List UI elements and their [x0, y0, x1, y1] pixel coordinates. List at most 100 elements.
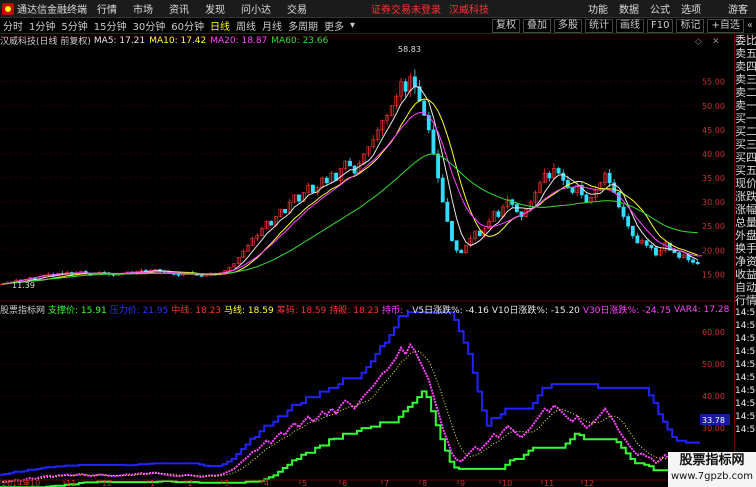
time-tick-label: 2014年 [2, 478, 30, 487]
draw-line-button[interactable]: 画线 [616, 18, 644, 33]
candle-body [412, 76, 417, 87]
period-intraday[interactable]: 分时 [0, 18, 26, 33]
indicator-legend: 股票指标网 支撑价: 15.91 压力价: 21.95 中线: 18.23 马线… [0, 303, 734, 317]
menu-quotes[interactable]: 行情 [97, 1, 117, 16]
menu-market[interactable]: 市场 [133, 1, 153, 16]
trade-login-alert[interactable]: 证券交易未登录 [371, 1, 441, 16]
statistics-button[interactable]: 统计 [585, 18, 613, 33]
multi-stock-button[interactable]: 多股 [554, 18, 582, 33]
support-price-label: 支撑价: 15.91 [48, 306, 107, 316]
indicator-name[interactable]: 股票指标网 [0, 303, 45, 316]
ma5-label: MA5: 17.21 [93, 35, 146, 46]
midline-label: 中线: 18.23 [171, 306, 222, 316]
low-price-label: 11.39 [12, 281, 35, 290]
period-5min[interactable]: 5分钟 [58, 18, 90, 33]
sidebar-item: 14:56 [735, 412, 756, 422]
stock-period-label: 汉威科技(日线 前复权) [0, 37, 91, 47]
price-axis: 15.00 20.00 25.00 30.00 35.00 40.00 45.00 50.00… [702, 78, 725, 280]
sidebar-item: 卖二 [735, 86, 756, 99]
sidebar-item: 换手 [735, 242, 756, 255]
period-more[interactable]: 更多 [321, 18, 347, 33]
overlay-button[interactable]: 叠加 [523, 18, 551, 33]
chevron-down-icon[interactable]: ▾ [347, 20, 358, 31]
sidebar-item: 买一 [735, 112, 756, 125]
time-tick-label: 12 [584, 479, 594, 487]
candle-body [547, 172, 552, 179]
kline-chart[interactable]: 15.00 20.00 25.00 30.00 35.00 40.00 45.00 50.00… [0, 34, 734, 487]
menu-trade[interactable]: 交易 [287, 1, 307, 16]
period-toolbar: 分时 1分钟 5分钟 15分钟 30分钟 60分钟 日线 周线 月线 多周期 更… [0, 18, 756, 34]
sidebar-item: 自动 [735, 281, 756, 294]
menu-ask-xiaoda[interactable]: 问小达 [241, 1, 271, 16]
sidebar-item: 涨幅 [735, 203, 756, 216]
f10-button[interactable]: F10 [647, 18, 674, 33]
var4-label: VAR4: 17.28 [673, 304, 730, 315]
title-bar: 通达信金融终端 行情 市场 资讯 发现 问小达 交易 证券交易未登录 汉威科技 … [0, 0, 756, 18]
time-tick-label: 3 [224, 479, 229, 487]
candle-body [431, 129, 436, 155]
candle-body [496, 211, 501, 217]
candle-body [635, 235, 640, 244]
candle-body [445, 201, 450, 222]
app-logo-icon [2, 2, 14, 15]
period-monthly[interactable]: 月线 [259, 18, 285, 33]
sidebar-item: 收益 [735, 268, 756, 281]
candle-body [459, 249, 464, 253]
menu-function[interactable]: 功能 [588, 1, 608, 16]
mark-button[interactable]: 标记 [676, 18, 705, 33]
pressure-price-label: 压力价: 21.95 [109, 306, 169, 316]
time-tick-label: 7 [384, 479, 389, 487]
watermark-title: 股票指标网 [679, 453, 745, 468]
time-tick-label: 2 [188, 479, 193, 487]
period-15min[interactable]: 15分钟 [91, 18, 130, 33]
period-weekly[interactable]: 周线 [233, 18, 259, 33]
price-tick-label: 50.00 [702, 102, 725, 111]
sidebar-item: 外盘 [735, 229, 756, 242]
sidebar-item: 委比 [735, 34, 756, 47]
menu-discover[interactable]: 发现 [205, 1, 225, 16]
sidebar-item: 14:56 [735, 399, 756, 409]
time-tick-label: 12 [102, 479, 112, 487]
sidebar-item: 现价 [735, 177, 756, 190]
price-tick-label: 40.00 [702, 150, 725, 159]
collapse-arrow-icon[interactable]: « [744, 20, 756, 31]
indicator-tick-label: 30.00 [702, 424, 725, 433]
period-daily[interactable]: 日线 [207, 18, 233, 33]
candle-body [626, 216, 631, 227]
sidebar-item: 涨跌 [735, 190, 756, 203]
adjust-button[interactable]: 复权 [492, 18, 520, 33]
time-tick-label: 10 [30, 479, 40, 487]
candle-body [440, 177, 445, 203]
indicator-tick-label: 40.00 [702, 392, 725, 401]
indicator-tick-label: 50.00 [702, 360, 725, 369]
candle-body [199, 274, 204, 277]
candle-body [630, 225, 635, 237]
time-tick-label: 11 [66, 479, 76, 487]
candle-body [649, 245, 654, 249]
chart-settings-icon[interactable]: ◇ [695, 37, 702, 47]
add-watchlist-button[interactable]: +自选 [707, 18, 744, 33]
period-30min[interactable]: 30分钟 [129, 18, 168, 33]
sidebar-item: 14:56 [735, 373, 756, 383]
period-60min[interactable]: 60分钟 [168, 18, 207, 33]
menu-formula[interactable]: 公式 [650, 1, 670, 16]
menu-data[interactable]: 数据 [619, 1, 639, 16]
sidebar-item: 卖四 [735, 60, 756, 73]
chart-close-icon[interactable]: ✕ [712, 37, 720, 47]
price-tick-label: 20.00 [702, 246, 725, 255]
v10-change-label: V10日涨跌%: -15.20 [491, 306, 580, 316]
price-tick-label: 55.00 [702, 78, 725, 87]
period-1min[interactable]: 1分钟 [26, 18, 58, 33]
sidebar-item: 买五 [735, 164, 756, 177]
menu-options[interactable]: 选项 [681, 1, 701, 16]
period-multi[interactable]: 多周期 [285, 18, 321, 33]
price-tick-label: 25.00 [702, 222, 725, 231]
price-tick-label: 35.00 [702, 174, 725, 183]
guest-user[interactable]: 游客 [728, 1, 748, 16]
sidebar-item: 买三 [735, 138, 756, 151]
sidebar-item: 卖一 [735, 99, 756, 112]
candle-body [607, 172, 612, 184]
candle-body [310, 184, 315, 193]
candle-body [348, 160, 352, 167]
menu-news[interactable]: 资讯 [169, 1, 189, 16]
